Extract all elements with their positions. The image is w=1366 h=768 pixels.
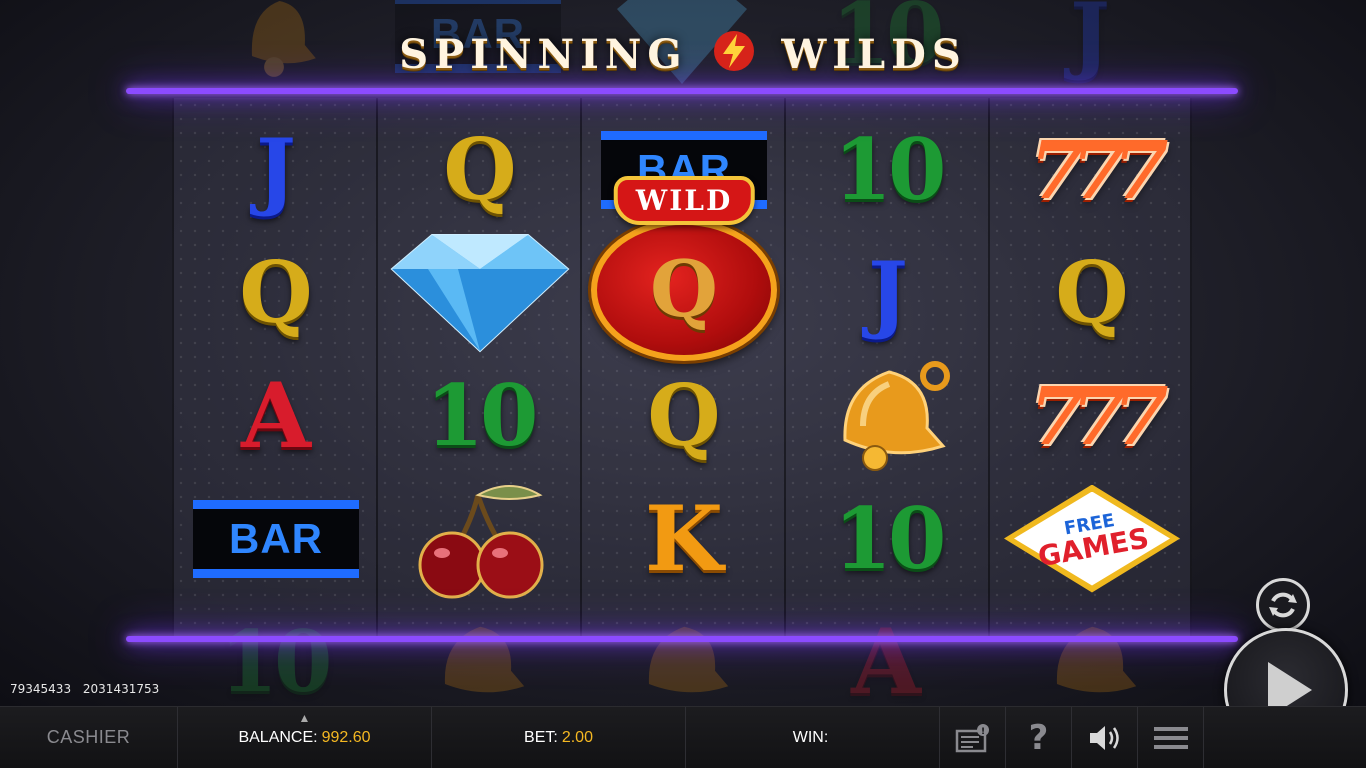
symbol-ten: 10 [425, 365, 539, 465]
symbol-777: 777 [1029, 368, 1169, 463]
symbol-777: 777 [1029, 122, 1169, 217]
symbol-ten: 10 [833, 488, 947, 588]
reels: J Q A BAR Q 10 BAR Q K Q WILD 10 J 10 77… [172, 98, 1192, 638]
cashier-button[interactable]: CASHIER [0, 707, 178, 768]
symbol-q: Q [239, 242, 313, 342]
reel-4: 10 J 10 [784, 98, 988, 638]
neon-line-top [126, 88, 1238, 94]
symbol-bell [786, 354, 990, 477]
title-right: WILDS [781, 31, 967, 78]
reel-3: BAR Q K Q WILD [580, 98, 784, 638]
balance-label: BALANCE: [238, 728, 318, 746]
symbol-bar: BAR [174, 477, 378, 600]
session-id-2: 2031431753 [82, 682, 160, 696]
wild-banner: WILD [613, 176, 755, 225]
bottom-bar: CASHIER ▲ BALANCE: 992.60 BET: 2.00 WIN:… [0, 706, 1366, 768]
sound-button[interactable] [1072, 707, 1138, 768]
win-label: WIN: [792, 728, 829, 746]
chevron-up-icon: ▲ [298, 711, 311, 725]
ghost-bell [580, 600, 784, 706]
win-display: WIN: [686, 707, 940, 768]
menu-icon [1153, 726, 1188, 749]
bet-display[interactable]: BET: 2.00 [432, 707, 686, 768]
game-stage: BAR 10 J J Q A BAR Q 10 BAR Q K Q WILD 1… [0, 0, 1366, 706]
sound-icon [1089, 725, 1119, 750]
symbol-diamond [378, 231, 582, 354]
ghost-bell [376, 600, 580, 706]
autoplay-button[interactable] [1256, 578, 1310, 632]
ghost-bell [988, 600, 1192, 706]
help-button[interactable]: ? [1006, 707, 1072, 768]
ghost-ten: 10 [219, 611, 333, 706]
lightning-bolt-icon [711, 28, 757, 74]
game-title: SPINNING WILDS [0, 28, 1366, 78]
balance-display[interactable]: ▲ BALANCE: 992.60 [178, 707, 432, 768]
menu-button[interactable] [1138, 707, 1204, 768]
reel-5: 777 Q 777 FREE GAMES [988, 98, 1192, 638]
symbol-k: K [644, 485, 724, 592]
ghost-a: A [851, 608, 921, 707]
symbol-q: Q [1055, 242, 1129, 342]
neon-line-bottom [126, 636, 1238, 642]
symbol-free-games: FREE GAMES [990, 477, 1194, 600]
wild-symbol: Q WILD [582, 170, 786, 370]
ghost-row-bottom: 10 A [172, 600, 1192, 706]
session-ids: 79345433 2031431753 [10, 682, 167, 696]
balance-value: 992.60 [321, 728, 371, 746]
bet-value: 2.00 [561, 728, 593, 746]
svg-text:!: ! [980, 727, 984, 737]
title-left: SPINNING [399, 31, 688, 78]
symbol-q: Q [647, 365, 721, 465]
reel-2: Q 10 [376, 98, 580, 638]
symbol-a: A [241, 362, 311, 469]
symbol-q: Q [443, 119, 517, 219]
free-games-sign: FREE GAMES [1004, 485, 1180, 593]
session-id-1: 79345433 [10, 682, 72, 696]
help-icon: ? [1028, 717, 1049, 758]
wild-oval: Q [591, 219, 777, 361]
symbol-cherry [378, 477, 582, 600]
autoplay-icon [1269, 592, 1297, 618]
reel-1: J Q A BAR [172, 98, 376, 638]
history-icon: ! [955, 723, 989, 752]
symbol-ten: 10 [833, 119, 947, 219]
symbol-j: J [868, 242, 908, 342]
bet-label: BET: [524, 728, 558, 746]
history-button[interactable]: ! [940, 707, 1006, 768]
symbol-j: J [256, 119, 296, 219]
